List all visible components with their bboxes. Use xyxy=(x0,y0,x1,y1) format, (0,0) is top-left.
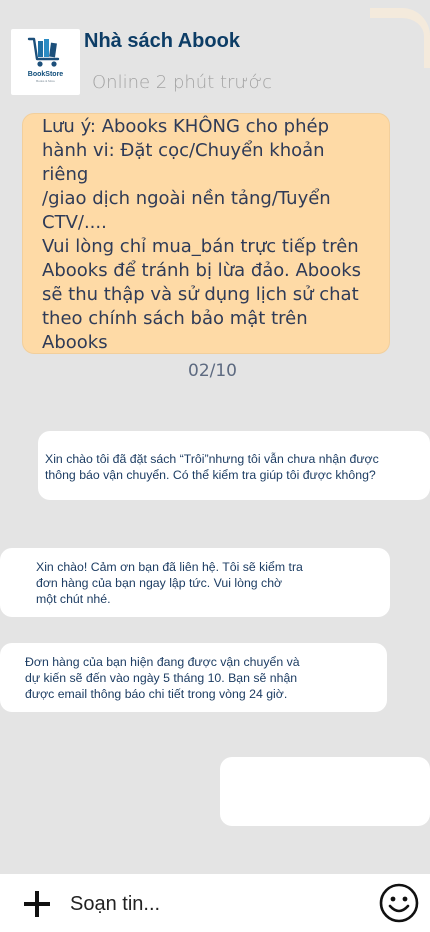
message-bubble-shop[interactable]: Đơn hàng của bạn hiện đang được vận chuy… xyxy=(0,643,387,712)
safety-notice: Lưu ý: Abooks KHÔNG cho phép hành vi: Đặ… xyxy=(22,113,390,354)
shop-name[interactable]: Nhà sách Abook xyxy=(84,30,240,53)
logo-tagline-text: Books & More xyxy=(36,79,55,83)
message-input[interactable] xyxy=(70,890,360,918)
message-text: Xin chào! Cảm ơn bạn đã liên hệ. Tôi sẽ … xyxy=(36,560,303,606)
logo-brand-text: BookStore xyxy=(27,71,64,78)
message-text: Xin chào tôi đã đặt sách “Trôi”nhưng tôi… xyxy=(45,452,379,482)
window-corner-decoration xyxy=(370,8,430,68)
plus-icon[interactable] xyxy=(24,891,50,917)
book-cart-icon xyxy=(27,37,59,67)
smiley-icon[interactable] xyxy=(379,883,419,923)
message-bubble-shop[interactable]: Xin chào! Cảm ơn bạn đã liên hệ. Tôi sẽ … xyxy=(0,548,390,617)
online-status: Online 2 phút trước xyxy=(92,72,272,93)
message-text: Đơn hàng của bạn hiện đang được vận chuy… xyxy=(25,655,300,701)
message-bubble-user-empty[interactable] xyxy=(220,757,430,826)
safety-notice-text: Lưu ý: Abooks KHÔNG cho phép hành vi: Đặ… xyxy=(42,116,362,353)
date-separator: 02/10 xyxy=(188,361,237,381)
message-bubble-user[interactable]: Xin chào tôi đã đặt sách “Trôi”nhưng tôi… xyxy=(38,431,430,500)
shop-logo[interactable]: BookStore Books & More xyxy=(11,29,80,95)
